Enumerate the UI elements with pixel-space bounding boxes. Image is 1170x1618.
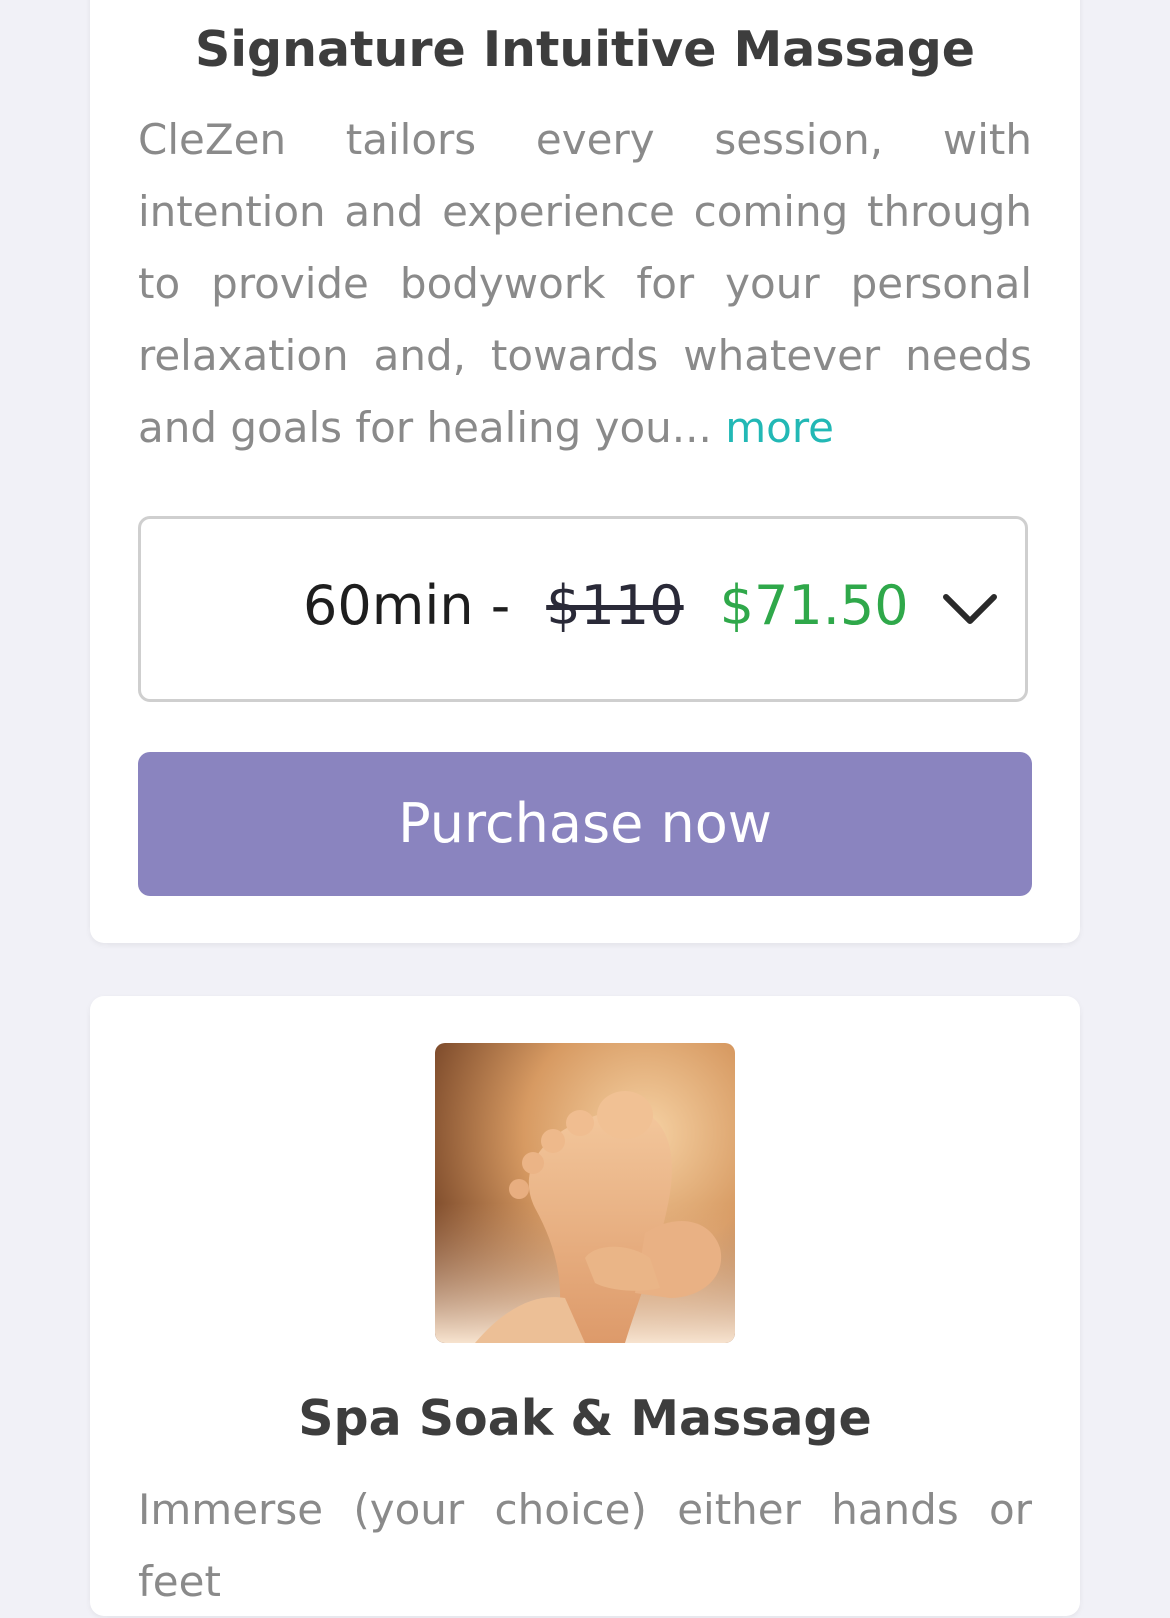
duration-price-select[interactable]: 60min - $110 $71.50 [138,516,1028,702]
chevron-down-icon [943,594,997,624]
service-title: Signature Intuitive Massage [194,21,976,78]
selected-option: 60min - $110 $71.50 [303,571,909,641]
service-card-spa-soak: Spa Soak & Massage Immerse (your choice)… [90,996,1080,1616]
purchase-now-button[interactable]: Purchase now [138,752,1032,896]
service-description-text: CleZen tailors every session, with inten… [138,115,1032,452]
option-duration: 60min - [303,574,511,637]
service-image-foot-massage [435,1043,735,1343]
service-card-signature-massage: Signature Intuitive Massage CleZen tailo… [90,0,1080,943]
original-price: $110 [546,574,684,637]
more-link[interactable]: more [725,403,834,452]
sale-price: $71.50 [719,574,909,637]
service-title: Spa Soak & Massage [298,1390,872,1447]
service-description: CleZen tailors every session, with inten… [138,104,1032,464]
service-description: Immerse (your choice) either hands or fe… [138,1485,1032,1606]
